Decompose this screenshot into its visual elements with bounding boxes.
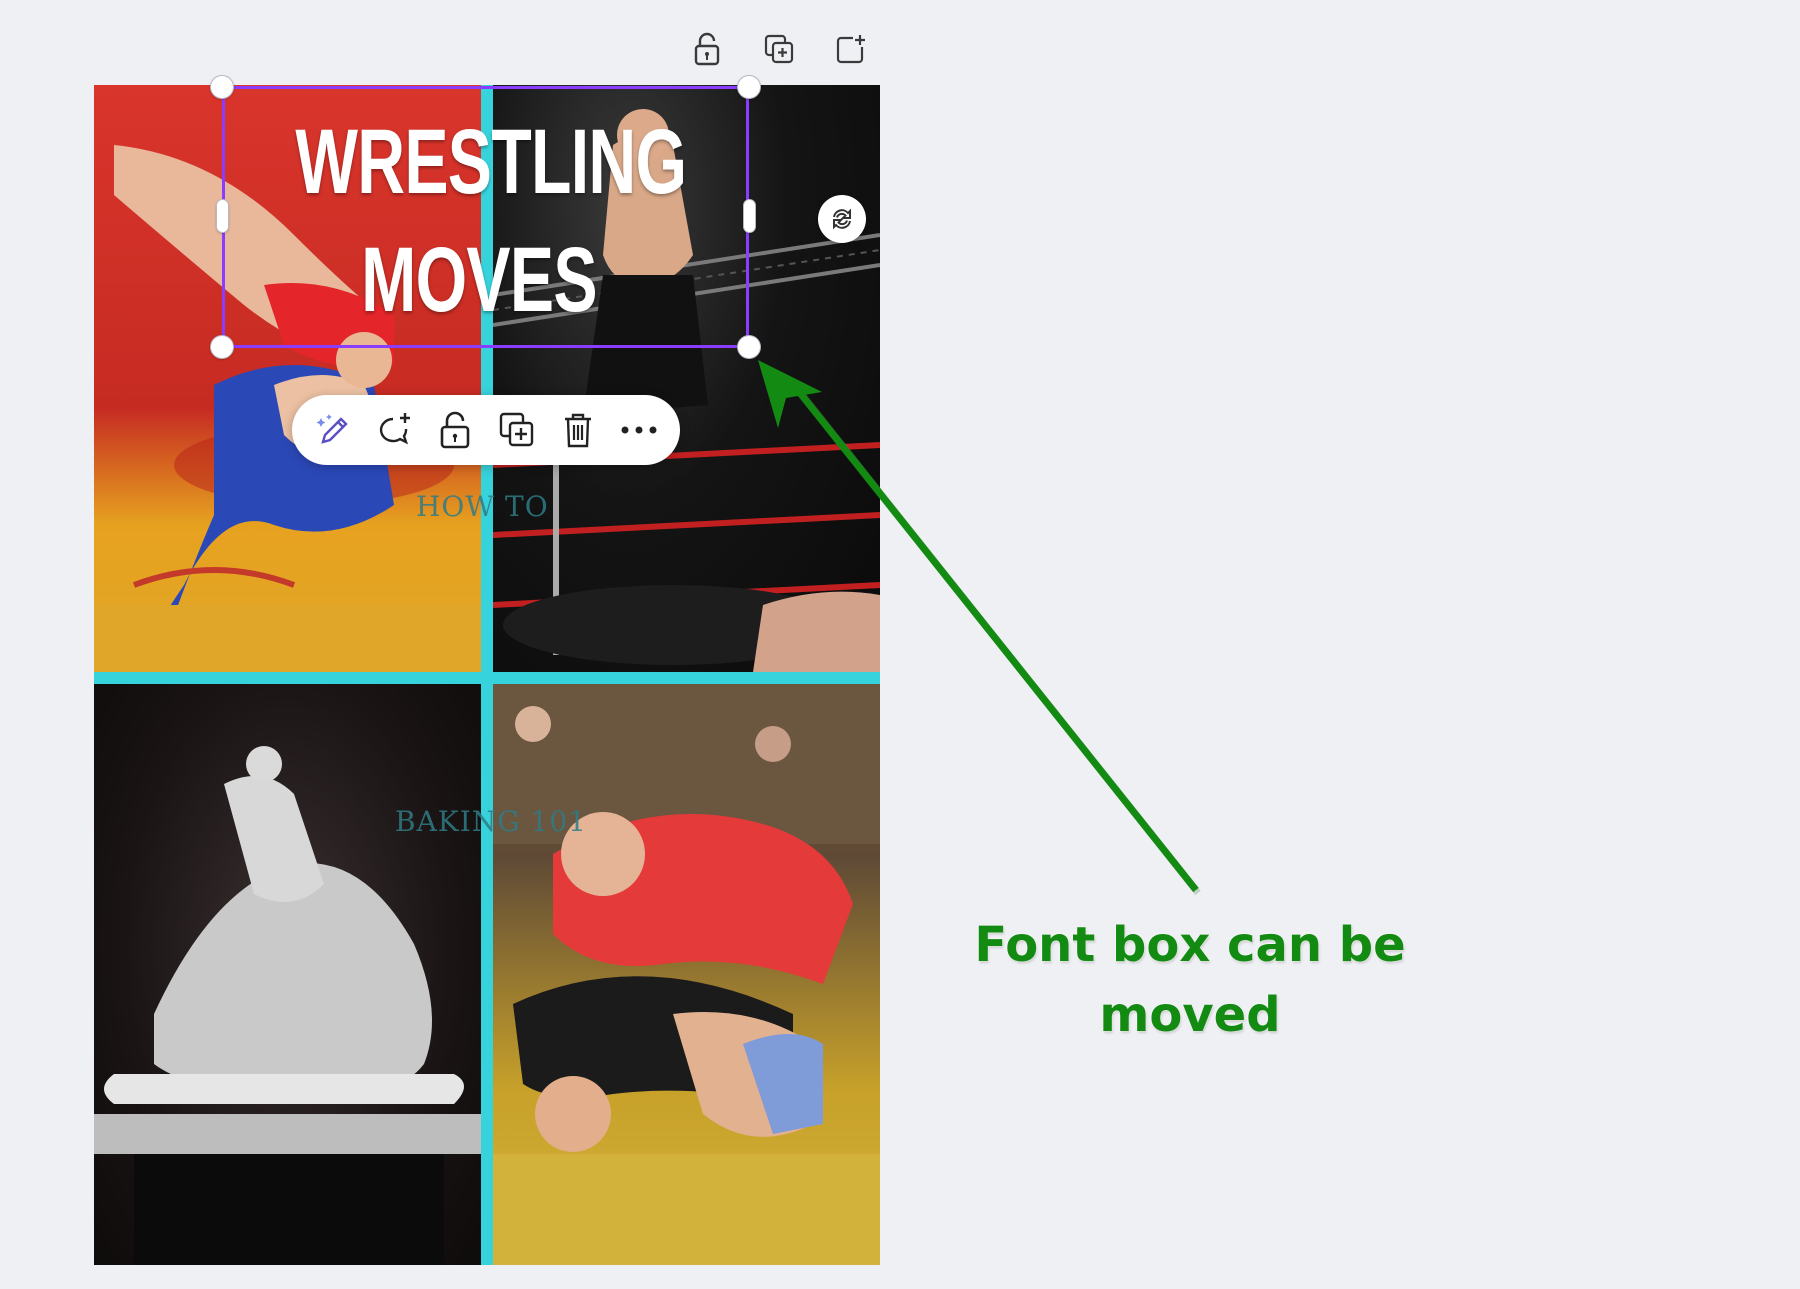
lock-icon xyxy=(694,32,720,66)
resize-handle-top-right[interactable] xyxy=(738,76,760,98)
add-comment-button[interactable] xyxy=(369,405,419,455)
resize-handle-top-left[interactable] xyxy=(211,76,233,98)
add-comment-icon xyxy=(379,413,410,445)
annotation-label: Font box can be moved xyxy=(974,917,1406,1043)
design-subtext-how-to[interactable]: HOW TO xyxy=(416,490,549,523)
delete-element-button[interactable] xyxy=(553,405,603,455)
design-subtext-baking[interactable]: BAKING 101 xyxy=(395,805,587,838)
resize-handle-right[interactable] xyxy=(744,200,755,232)
delete-icon xyxy=(564,413,591,448)
photo-greco-roman-match[interactable] xyxy=(493,684,880,1265)
lock-element-button[interactable] xyxy=(430,405,480,455)
lock-page-button[interactable] xyxy=(686,28,728,70)
element-context-toolbar xyxy=(292,395,680,465)
duplicate-page-button[interactable] xyxy=(758,28,800,70)
page-actions xyxy=(686,28,872,70)
rotate-icon xyxy=(833,208,851,230)
lock-icon xyxy=(441,411,470,449)
text-selection-box[interactable] xyxy=(222,86,749,348)
resize-handle-bottom-right[interactable] xyxy=(738,336,760,358)
add-page-button[interactable] xyxy=(830,28,872,70)
statue-illustration xyxy=(94,746,481,1265)
photo-wrestlers-statue[interactable] xyxy=(94,684,481,1265)
add-page-icon xyxy=(836,35,865,64)
duplicate-element-button[interactable] xyxy=(492,405,542,455)
magic-write-button[interactable] xyxy=(308,405,358,455)
duplicate-page-icon xyxy=(764,34,794,64)
more-options-button[interactable] xyxy=(614,405,664,455)
match-illustration xyxy=(493,684,880,1265)
more-options-icon xyxy=(621,426,657,434)
replace-image-button[interactable] xyxy=(818,195,866,243)
duplicate-icon xyxy=(499,412,533,447)
resize-handle-bottom-left[interactable] xyxy=(211,336,233,358)
resize-handle-left[interactable] xyxy=(217,200,228,232)
magic-write-icon xyxy=(316,414,348,444)
